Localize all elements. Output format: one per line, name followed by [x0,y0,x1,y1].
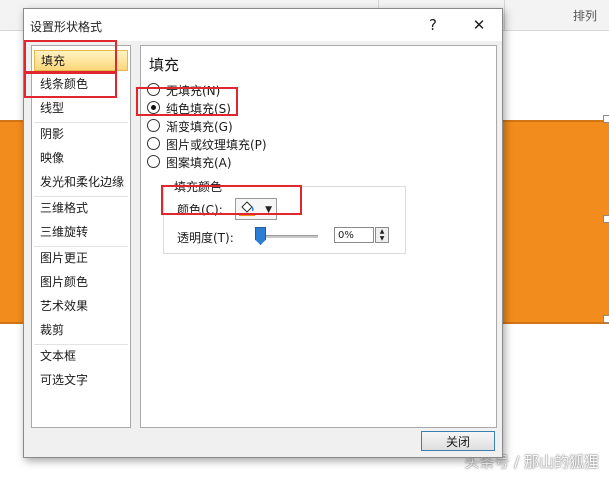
nav-item-crop[interactable]: 裁剪 [34,320,128,341]
radio-label: 图片或纹理填充(P) [166,138,267,152]
nav-divider [34,344,128,345]
nav-divider [34,246,128,247]
transparency-slider-track[interactable] [260,235,318,238]
ribbon-arrange-label[interactable]: 排列 [573,7,597,24]
close-icon[interactable]: ✕ [468,15,490,35]
nav-item-3d-rotation[interactable]: 三维旋转 [34,222,128,243]
nav-item-alt-text[interactable]: 可选文字 [34,370,128,391]
nav-divider [34,122,128,123]
nav-item-picture-corrections[interactable]: 图片更正 [34,248,128,269]
powerpoint-background: 排列 头条号 / 那山的狐狸 设置形状格式 ? ✕ 填充 线条颜色 线型 阴影 … [0,0,609,480]
radio-label: 图案填充(A) [166,156,232,170]
highlight-box [24,72,117,98]
help-button[interactable]: ? [422,15,444,35]
dialog-title: 设置形状格式 [30,20,103,34]
radio-button[interactable] [147,119,160,132]
nav-item-3d-format[interactable]: 三维格式 [34,198,128,219]
close-button[interactable]: 关闭 [421,431,495,451]
nav-item-glow-soft-edges[interactable]: 发光和柔化边缘 [34,172,128,193]
highlight-box [136,87,238,116]
nav-item-line-style[interactable]: 线型 [34,98,128,119]
transparency-input[interactable]: 0% [334,227,374,243]
fill-section-title: 填充 [149,56,180,74]
nav-item-artistic-effects[interactable]: 艺术效果 [34,296,128,317]
nav-item-shadow[interactable]: 阴影 [34,124,128,145]
nav-item-picture-color[interactable]: 图片颜色 [34,272,128,293]
resize-handle[interactable] [603,115,609,123]
transparency-spinner: ▲ ▼ [375,227,389,243]
transparency-label: 透明度(T): [177,231,234,245]
category-list: 填充 线条颜色 线型 阴影 映像 发光和柔化边缘 三维格式 三维旋转 图片更正 … [31,45,131,428]
dialog-titlebar[interactable]: 设置形状格式 ? ✕ [24,9,502,41]
radio-label: 渐变填充(G) [166,120,233,134]
spin-up-icon[interactable]: ▲ [376,228,388,235]
radio-button[interactable] [147,137,160,150]
nav-divider [34,196,128,197]
highlight-box [161,185,302,215]
ribbon-divider [504,0,505,30]
resize-handle[interactable] [603,215,609,223]
spin-down-icon[interactable]: ▼ [376,235,388,242]
highlight-box [24,40,117,73]
radio-button[interactable] [147,155,160,168]
nav-item-text-box[interactable]: 文本框 [34,346,128,367]
resize-handle[interactable] [603,315,609,323]
nav-item-reflection[interactable]: 映像 [34,148,128,169]
